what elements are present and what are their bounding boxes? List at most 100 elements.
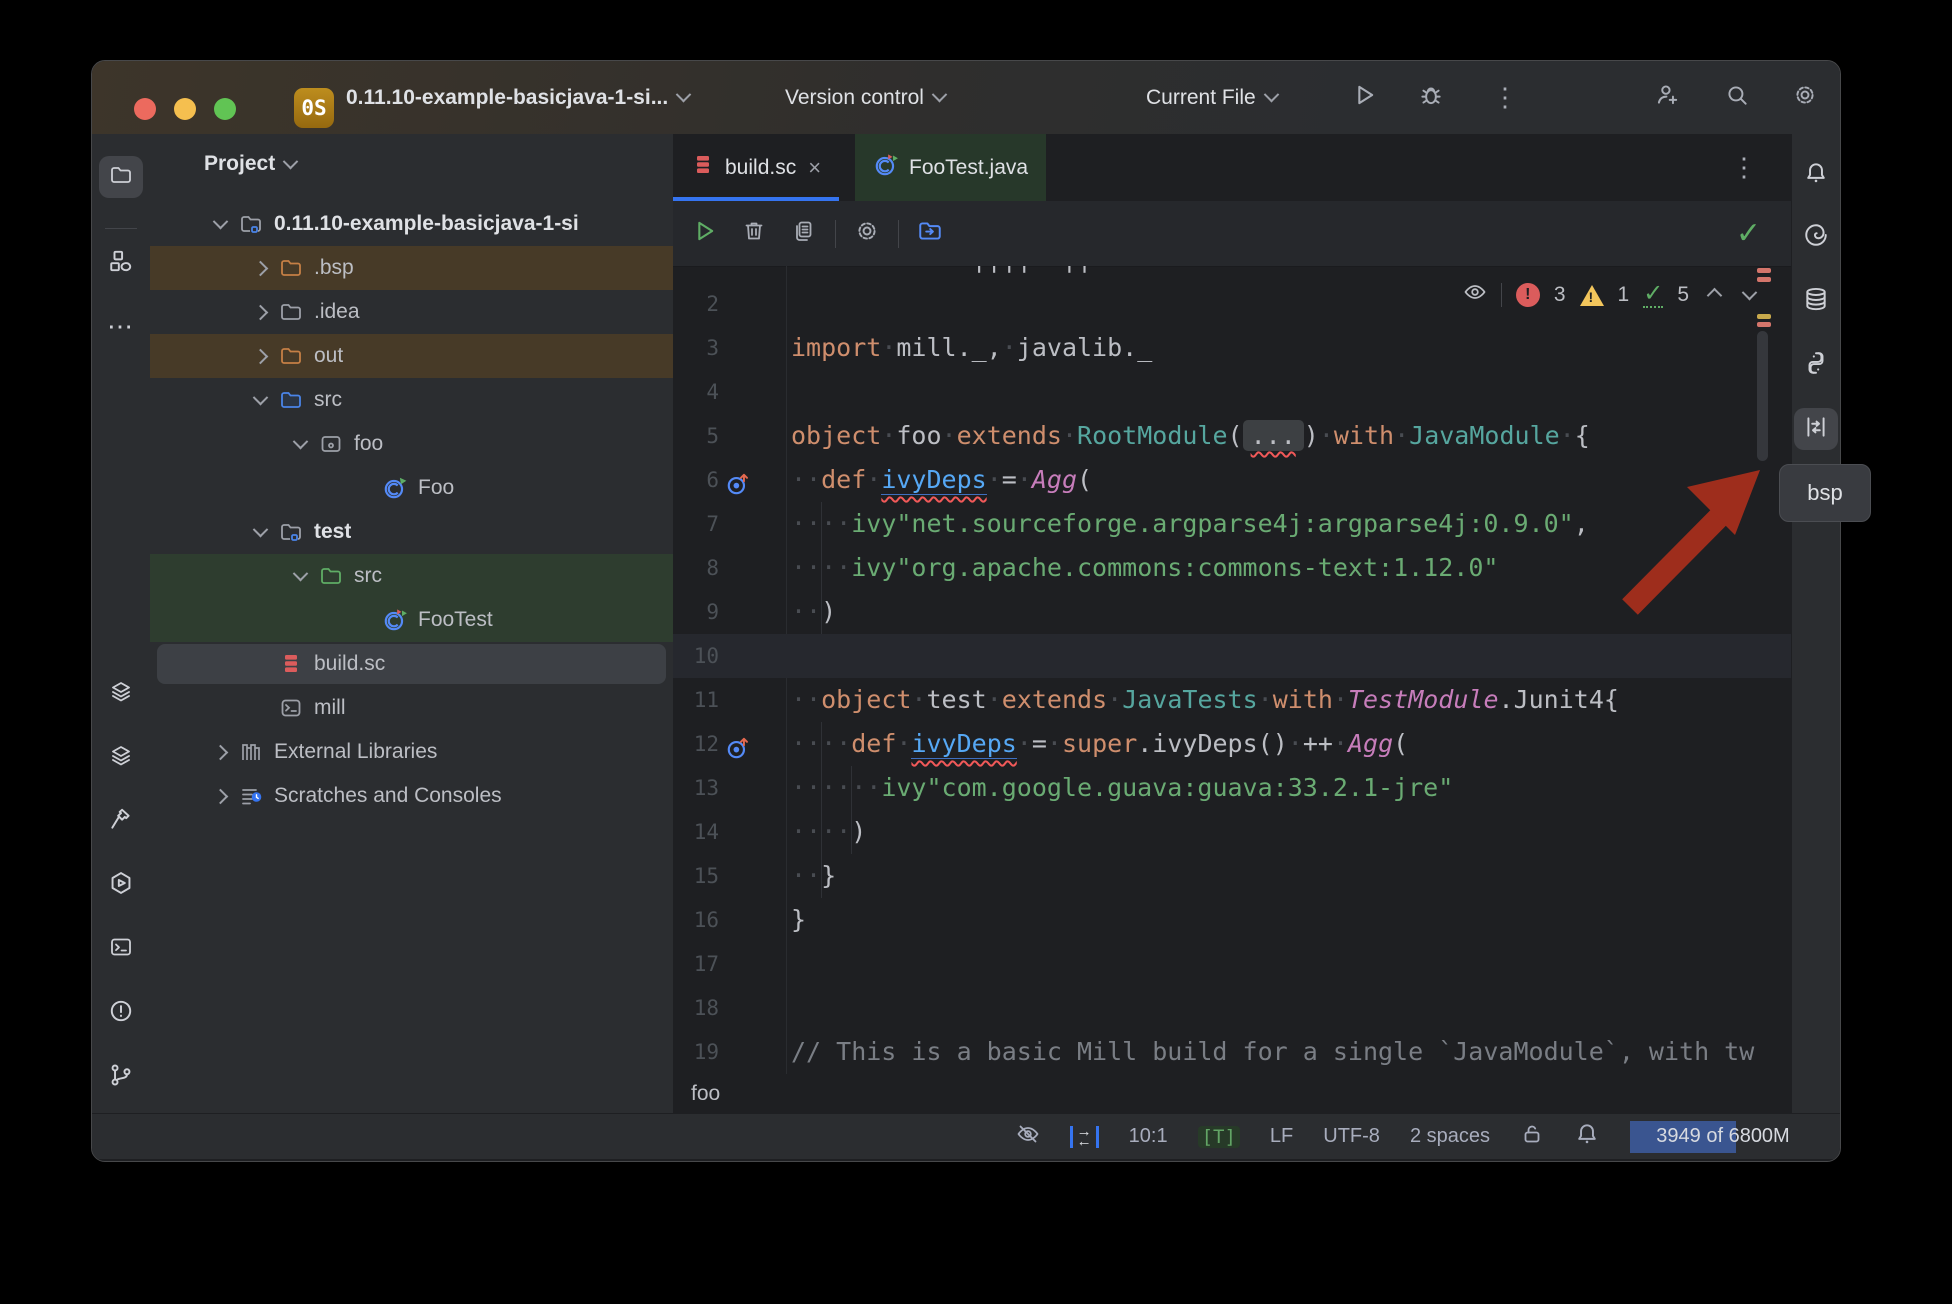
method-reference[interactable]: ivyDeps	[911, 729, 1016, 759]
version-control-menu[interactable]: Version control	[785, 61, 945, 134]
tree-item-build-sc[interactable]: build.sc	[150, 642, 673, 686]
code-line-4[interactable]: 4	[673, 370, 1791, 414]
line-number[interactable]: 6	[673, 458, 719, 502]
more-actions-button[interactable]: ⋮	[1492, 61, 1518, 134]
encoding-indicator[interactable]: UTF-8	[1323, 1125, 1380, 1148]
code-line-15[interactable]: 15··}	[673, 854, 1791, 898]
code-editor[interactable]: '''' ''23import·mill._,·javalib._45objec…	[673, 266, 1791, 1074]
line-number[interactable]: 13	[673, 766, 719, 810]
folded-region[interactable]: ...	[1243, 420, 1304, 451]
line-number[interactable]: 3	[673, 326, 719, 370]
zoom-window-button[interactable]	[214, 98, 236, 120]
prev-problem-button[interactable]	[1707, 287, 1723, 303]
close-tab-icon[interactable]: ×	[808, 155, 821, 181]
highlighting-eye-slash-icon[interactable]	[1016, 1122, 1040, 1152]
line-number[interactable]	[673, 266, 719, 282]
line-number[interactable]: 7	[673, 502, 719, 546]
problems-tool-button[interactable]	[99, 992, 143, 1034]
code-line-17[interactable]: 17	[673, 942, 1791, 986]
tests-passed-check[interactable]: ✓	[1736, 216, 1761, 251]
services-tool-button[interactable]	[99, 864, 143, 906]
indent-indicator[interactable]: 2 spaces	[1410, 1125, 1490, 1148]
next-problem-button[interactable]	[1742, 284, 1758, 300]
tree-item--bsp[interactable]: .bsp	[150, 246, 673, 290]
chevron-down-icon[interactable]	[246, 395, 274, 406]
open-in-folder-button[interactable]	[905, 218, 955, 249]
tab-options-button[interactable]: ⋮	[1731, 134, 1757, 201]
tab-footest-java[interactable]: FooTest.java	[855, 134, 1046, 201]
bsp-status-icon[interactable]: →←	[1070, 1126, 1099, 1148]
tree-item-scratches-and-consoles[interactable]: Scratches and Consoles	[150, 774, 673, 818]
close-window-button[interactable]	[134, 98, 156, 120]
line-number[interactable]: 11	[673, 678, 719, 722]
warning-stripe-mark[interactable]	[1757, 314, 1771, 319]
code-line-11[interactable]: 11··object·test·extends·JavaTests·with·T…	[673, 678, 1791, 722]
chevron-right-icon[interactable]	[206, 791, 234, 802]
caret-position[interactable]: 10:1	[1129, 1125, 1168, 1148]
search-everywhere-button[interactable]	[1724, 61, 1750, 134]
project-switcher[interactable]: 0.11.10-example-basicjava-1-si...	[346, 61, 689, 134]
passed-check-icon[interactable]: ✓	[1643, 282, 1663, 308]
code-line-10[interactable]: 10	[673, 634, 1791, 678]
code-line-14[interactable]: 14····)	[673, 810, 1791, 854]
line-number[interactable]: 14	[673, 810, 719, 854]
line-number[interactable]: 16	[673, 898, 719, 942]
run-configuration-selector[interactable]: Current File	[1146, 61, 1277, 134]
code-line-7[interactable]: 7····ivy"net.sourceforge.argparse4j:argp…	[673, 502, 1791, 546]
tree-item-src[interactable]: src	[150, 378, 673, 422]
chevron-down-icon[interactable]	[206, 219, 234, 230]
minimize-window-button[interactable]	[174, 98, 196, 120]
line-number[interactable]: 10	[673, 634, 719, 678]
editor-scrollbar[interactable]	[1757, 331, 1768, 461]
tree-item--idea[interactable]: .idea	[150, 290, 673, 334]
ai-assistant-button[interactable]	[1794, 216, 1838, 258]
code-line-18[interactable]: 18	[673, 986, 1791, 1030]
layers-tool-button-1[interactable]	[99, 672, 143, 714]
breadcrumb[interactable]: foo	[673, 1074, 1809, 1113]
code-line-5[interactable]: 5object·foo·extends·RootModule(...)·with…	[673, 414, 1791, 458]
line-number[interactable]: 15	[673, 854, 719, 898]
tree-item-external-libraries[interactable]: External Libraries	[150, 730, 673, 774]
build-tool-button[interactable]	[99, 800, 143, 842]
line-number[interactable]: 8	[673, 546, 719, 590]
run-button[interactable]	[1350, 61, 1378, 134]
chevron-down-icon[interactable]	[286, 571, 314, 582]
tree-item-out[interactable]: out	[150, 334, 673, 378]
code-line-19[interactable]: 19// This is a basic Mill build for a si…	[673, 1030, 1791, 1074]
warning-count-icon[interactable]: !	[1580, 285, 1604, 306]
database-button[interactable]	[1794, 280, 1838, 322]
memory-indicator[interactable]: 3949 of 6800M	[1630, 1121, 1816, 1153]
settings-button[interactable]	[1792, 61, 1818, 134]
notifications-button[interactable]	[1794, 154, 1838, 196]
tree-item-mill[interactable]: mill	[150, 686, 673, 730]
line-ending-indicator[interactable]: LF	[1270, 1125, 1293, 1148]
error-stripe-mark[interactable]	[1757, 322, 1771, 327]
tree-item-0-11-10-example-basicjava-1-si[interactable]: 0.11.10-example-basicjava-1-si	[150, 202, 673, 246]
project-tool-button[interactable]	[99, 156, 143, 198]
chevron-down-icon[interactable]	[246, 527, 274, 538]
error-stripe-mark[interactable]	[1757, 277, 1771, 282]
tree-item-footest[interactable]: FooTest	[150, 598, 673, 642]
code-line-6[interactable]: 6··def·ivyDeps·=·Agg(	[673, 458, 1791, 502]
run-script-button[interactable]	[679, 217, 729, 250]
tree-item-src[interactable]: src	[150, 554, 673, 598]
line-number[interactable]: 9	[673, 590, 719, 634]
template-badge[interactable]: [T]	[1198, 1126, 1240, 1148]
line-number[interactable]: 17	[673, 942, 719, 986]
line-number[interactable]: 2	[673, 282, 719, 326]
error-count-icon[interactable]: !	[1516, 283, 1540, 307]
bell-icon[interactable]	[1574, 1121, 1600, 1153]
delete-button[interactable]	[729, 219, 779, 248]
version-control-tool-button[interactable]	[99, 1056, 143, 1098]
chevron-right-icon[interactable]	[246, 263, 274, 274]
copy-button[interactable]	[779, 219, 829, 248]
reader-mode-eye-icon[interactable]	[1463, 280, 1487, 310]
error-stripe-mark[interactable]	[1757, 268, 1771, 273]
editor-settings-button[interactable]	[842, 218, 892, 249]
bsp-tool-button[interactable]	[1794, 408, 1838, 450]
chevron-right-icon[interactable]	[246, 307, 274, 318]
chevron-right-icon[interactable]	[246, 351, 274, 362]
line-number[interactable]: 18	[673, 986, 719, 1030]
code-line-3[interactable]: 3import·mill._,·javalib._	[673, 326, 1791, 370]
tree-item-foo[interactable]: foo	[150, 422, 673, 466]
